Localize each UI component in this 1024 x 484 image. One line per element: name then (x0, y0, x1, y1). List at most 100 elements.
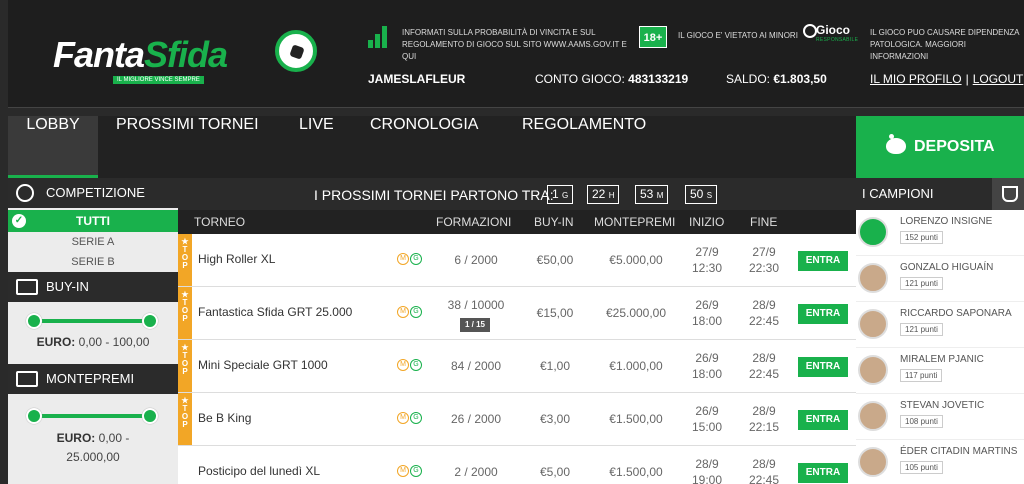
tab-prossimi-tornei[interactable]: PROSSIMI TORNEI (116, 116, 259, 178)
filter-tutti[interactable]: ✓ TUTTI (8, 210, 178, 232)
mode-icons: MG (397, 253, 423, 266)
top-label: TOP (181, 404, 189, 429)
logout-link[interactable]: LOGOUT (973, 72, 1024, 86)
tournament-name[interactable]: Be B King (198, 411, 251, 425)
competizione-label: COMPETIZIONE (46, 185, 145, 200)
champion-name: LORENZO INSIGNE (900, 216, 993, 227)
site-header: FantaSfida IL MIGLIORE VINCE SEMPRE INFO… (8, 0, 1024, 108)
top-label: TOP (181, 298, 189, 323)
tab-lobby[interactable]: LOBBY (8, 116, 98, 178)
entra-button[interactable]: ENTRA (798, 304, 848, 324)
fine: 28/9 22:15 (748, 404, 780, 434)
age-18-badge: 18+ (639, 26, 667, 48)
avatar (858, 355, 888, 385)
countdown-days: 1 G (547, 185, 574, 204)
tab-live[interactable]: LIVE (299, 116, 334, 178)
montepremi: €5.000,00 (609, 253, 663, 267)
montepremi-header: MONTEPREMI (8, 364, 178, 394)
formazioni: 26 / 2000 (450, 412, 502, 426)
col-torneo[interactable]: TORNEO (194, 210, 245, 234)
top-label: TOP (181, 245, 189, 270)
table-row[interactable]: ★ TOP Mini Speciale GRT 1000 M G 84 / 2000 €1,… (178, 340, 856, 393)
champions-title: I CAMPIONI (862, 186, 934, 201)
table-row[interactable]: Posticipo del lunedì XL M G 2 / 2000 €5,00 €1… (178, 446, 856, 484)
fine: 28/9 22:45 (748, 298, 780, 328)
champion-points: 108 punti (900, 415, 943, 428)
avatar (858, 263, 888, 293)
mode-m-icon: M (397, 359, 409, 371)
soccer-ball-icon (275, 30, 317, 72)
filter-serie-b[interactable]: SERIE B (8, 256, 178, 268)
trophy-icon (992, 178, 1024, 210)
buyin: €50,00 (536, 253, 574, 267)
page: FantaSfida IL MIGLIORE VINCE SEMPRE INFO… (0, 0, 1024, 484)
ticket-icon (16, 279, 38, 295)
entra-button[interactable]: ENTRA (798, 410, 848, 430)
top-badge: ★ TOP (178, 287, 192, 339)
table-row[interactable]: ★ TOP Be B King M G 26 / 2000 €3,00 €1.500,00 26… (178, 393, 856, 446)
table-row[interactable]: ★ TOP High Roller XL M G 6 / 2000 €50,00 €5.000… (178, 234, 856, 287)
countdown-minutes: 53 M (635, 185, 669, 204)
montepremi-min-handle[interactable] (26, 408, 42, 424)
logo[interactable]: FantaSfida IL MIGLIORE VINCE SEMPRE (53, 30, 323, 94)
col-inizio[interactable]: INIZIO (689, 210, 724, 234)
inizio: 28/9 19:00 (691, 457, 723, 484)
tab-regolamento[interactable]: REGOLAMENTO (522, 116, 646, 178)
montepremi-slider[interactable] (26, 408, 158, 424)
profile-link[interactable]: IL MIO PROFILO (870, 72, 962, 86)
champion-name: GONZALO HIGUAÍN (900, 262, 994, 273)
inizio: 27/9 12:30 (691, 245, 723, 275)
avatar (858, 217, 888, 247)
buyin-slider[interactable] (26, 313, 158, 329)
champion-item[interactable]: LORENZO INSIGNE 152 punti (856, 210, 1024, 256)
fine: 28/9 22:45 (748, 351, 780, 381)
gioco-circle-icon (803, 24, 817, 38)
buyin-range: EURO: 0,00 - 100,00 (36, 335, 150, 349)
ball-icon (16, 184, 34, 202)
entra-button[interactable]: ENTRA (798, 251, 848, 271)
table-row[interactable]: ★ TOP Fantastica Sfida GRT 25.000 M G 38 / 10… (178, 287, 856, 340)
tournament-name[interactable]: High Roller XL (198, 252, 275, 266)
buyin-min-handle[interactable] (26, 313, 42, 329)
top-badge: ★ TOP (178, 393, 192, 445)
inizio: 26/9 18:00 (691, 351, 723, 381)
buyin: €5,00 (539, 465, 571, 479)
champion-item[interactable]: STEVAN JOVETIC 108 punti (856, 394, 1024, 440)
montepremi: €1.500,00 (609, 412, 663, 426)
tournament-name[interactable]: Mini Speciale GRT 1000 (198, 358, 328, 372)
info-dependency[interactable]: IL GIOCO PUO CAUSARE DIPENDENZA PATOLOGI… (870, 27, 1020, 63)
entra-button[interactable]: ENTRA (798, 357, 848, 377)
formazioni: 6 / 2000 (454, 253, 498, 267)
tournament-name[interactable]: Fantastica Sfida GRT 25.000 (198, 305, 352, 319)
champion-item[interactable]: GONZALO HIGUAÍN 121 punti (856, 256, 1024, 302)
filter-serie-a[interactable]: SERIE A (8, 236, 178, 248)
deposit-button[interactable]: DEPOSITA (856, 116, 1024, 178)
fine: 27/9 22:30 (748, 245, 780, 275)
inizio: 26/9 15:00 (691, 404, 723, 434)
col-montepremi[interactable]: MONTEPREMI (594, 210, 675, 234)
champion-points: 117 punti (900, 369, 943, 382)
champion-item[interactable]: RICCARDO SAPONARA 121 punti (856, 302, 1024, 348)
mode-m-icon: M (397, 465, 409, 477)
countdown-hours: 22 H (587, 185, 620, 204)
buyin-max-handle[interactable] (142, 313, 158, 329)
col-fine[interactable]: FINE (750, 210, 777, 234)
col-buyin[interactable]: BUY-IN (534, 210, 574, 234)
avatar (858, 401, 888, 431)
montepremi: €1.500,00 (609, 465, 663, 479)
tab-cronologia[interactable]: CRONOLOGIA (370, 116, 478, 178)
montepremi-label: MONTEPREMI (46, 371, 135, 386)
champion-item[interactable]: MIRALEM PJANIC 117 punti (856, 348, 1024, 394)
mode-g-icon: G (410, 253, 422, 265)
entra-button[interactable]: ENTRA (798, 463, 848, 483)
champion-name: MIRALEM PJANIC (900, 354, 984, 365)
champion-item[interactable]: ÉDER CITADIN MARTINS 105 punti (856, 440, 1024, 484)
mode-g-icon: G (410, 306, 422, 318)
info-probability[interactable]: INFORMATI SULLA PROBABILITÀ DI VINCITA E… (402, 27, 627, 63)
montepremi-max-handle[interactable] (142, 408, 158, 424)
conto-gioco: CONTO GIOCO: 483133219 (535, 72, 689, 86)
tournament-name[interactable]: Posticipo del lunedì XL (198, 464, 320, 478)
gioco-responsabile-logo[interactable]: Gioco RESPONSABILE (803, 23, 858, 46)
col-formazioni[interactable]: FORMAZIONI (436, 210, 511, 234)
formazioni-sub-badge: 1 / 15 (460, 318, 490, 332)
